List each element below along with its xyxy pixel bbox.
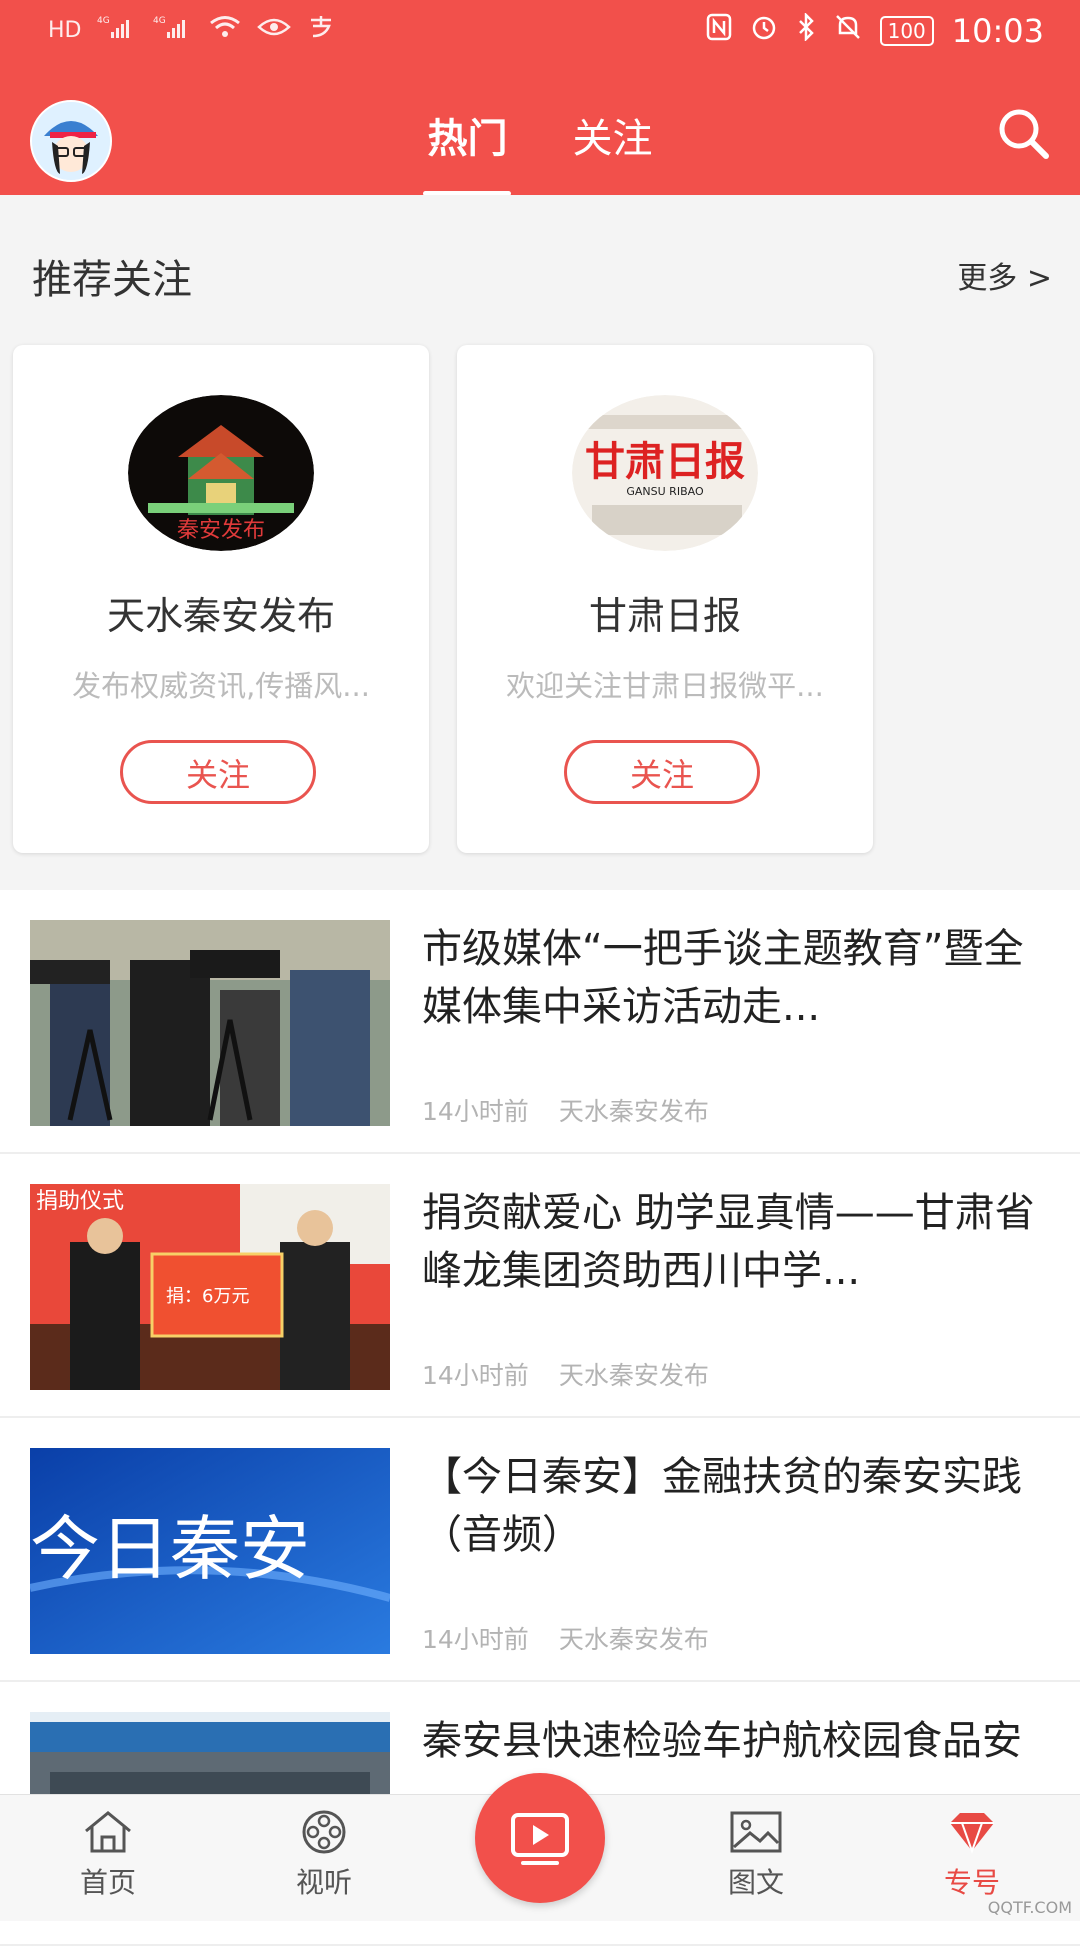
news-thumbnail: 今日秦安 — [30, 1448, 390, 1654]
news-title: 【今日秦安】金融扶贫的秦安实践（音频） — [422, 1454, 1022, 1558]
account-name: 甘肃日报 — [588, 594, 741, 638]
nav-video[interactable]: 视听 — [264, 1807, 384, 1901]
alarm-icon — [750, 13, 778, 49]
svg-text:GANSU RIBAO: GANSU RIBAO — [626, 485, 704, 498]
signal-icon-2: 4G — [153, 14, 193, 46]
svg-text:秦安发布: 秦安发布 — [177, 518, 265, 543]
nav-channels[interactable]: 专号 — [912, 1807, 1032, 1901]
news-source: 天水秦安发布 — [558, 1097, 709, 1126]
account-desc: 发布权威资讯,传播风... — [72, 669, 370, 703]
news-item[interactable]: 今日秦安 【今日秦安】金融扶贫的秦安实践（音频） 14小时前 天水秦安发布 — [0, 1418, 1080, 1682]
recommend-card[interactable]: 甘肃日报 GANSU RIBAO 甘肃日报 欢迎关注甘肃日报微平... 关注 — [457, 345, 873, 853]
more-link[interactable]: 更多 > — [957, 253, 1052, 297]
nfc-icon — [706, 13, 732, 49]
tab-hot[interactable]: 热门 — [423, 106, 512, 196]
bottom-nav: 首页 视听 图文 专号 QQTF.COM — [0, 1773, 1080, 1921]
news-meta: 14小时前 天水秦安发布 — [422, 1092, 709, 1128]
svg-text:甘肃日报: 甘肃日报 — [585, 438, 745, 485]
header-tabs: 热门 关注 — [0, 106, 1080, 196]
nav-label: 首页 — [79, 1866, 136, 1899]
recommend-section: 推荐关注 更多 > 秦安发布 天水秦安发布 发布权威资讯,传播风... 关注 甘… — [0, 195, 1080, 890]
svg-text:4G: 4G — [153, 16, 166, 26]
news-thumbnail: 捐助仪式 捐：6万元 — [30, 1184, 390, 1390]
account-logo: 秦安发布 — [128, 395, 314, 551]
news-source: 天水秦安发布 — [558, 1625, 709, 1654]
hd-indicator: HD — [48, 17, 82, 43]
news-title: 市级媒体“一把手谈主题教育”暨全媒体集中采访活动走... — [422, 926, 1024, 1030]
search-icon[interactable] — [994, 104, 1054, 164]
news-meta: 14小时前 天水秦安发布 — [422, 1620, 709, 1656]
svg-text:4G: 4G — [97, 16, 110, 26]
nav-label: 专号 — [943, 1866, 1000, 1899]
follow-button[interactable]: 关注 — [120, 740, 316, 804]
clock: 10:03 — [951, 12, 1044, 50]
status-bar: HD 4G 4G 100 10:03 — [0, 0, 1080, 70]
signal-icon: 4G — [97, 14, 137, 46]
tv-play-button[interactable] — [475, 1773, 605, 1903]
nav-pictures[interactable]: 图文 — [696, 1807, 816, 1901]
recommend-card[interactable]: 秦安发布 天水秦安发布 发布权威资讯,传播风... 关注 — [13, 345, 429, 853]
follow-button[interactable]: 关注 — [564, 740, 760, 804]
account-logo: 甘肃日报 GANSU RIBAO — [572, 395, 758, 551]
home-icon — [80, 1807, 136, 1857]
status-left: HD 4G 4G — [48, 14, 335, 46]
eye-icon — [257, 15, 292, 45]
nav-home[interactable]: 首页 — [48, 1807, 168, 1901]
alipay-icon — [307, 14, 335, 46]
account-desc: 欢迎关注甘肃日报微平... — [506, 669, 824, 703]
nav-label: 图文 — [727, 1866, 784, 1899]
top-bar: 热门 关注 — [0, 70, 1080, 196]
news-time: 14小时前 — [422, 1361, 529, 1390]
news-time: 14小时前 — [422, 1625, 529, 1654]
section-title: 推荐关注 — [32, 257, 192, 303]
battery-indicator: 100 — [879, 16, 934, 46]
account-name: 天水秦安发布 — [106, 594, 335, 638]
mute-icon — [834, 13, 862, 49]
status-right: 100 10:03 — [706, 11, 1044, 50]
tab-follow[interactable]: 关注 — [573, 106, 653, 182]
news-title: 捐资献爱心 助学显真情——甘肃省峰龙集团资助西川中学... — [422, 1190, 1035, 1294]
image-icon — [728, 1807, 784, 1857]
news-title: 秦安县快速检验车护航校园食品安 — [422, 1718, 1022, 1764]
svg-text:捐助仪式: 捐助仪式 — [36, 1189, 124, 1214]
film-reel-icon — [296, 1807, 352, 1857]
watermark: QQTF.COM — [987, 1898, 1072, 1917]
bluetooth-icon — [796, 11, 816, 49]
svg-text:捐：6万元: 捐：6万元 — [166, 1286, 249, 1307]
news-item[interactable]: 捐助仪式 捐：6万元 捐资献爱心 助学显真情——甘肃省峰龙集团资助西川中学...… — [0, 1154, 1080, 1418]
news-time: 14小时前 — [422, 1097, 529, 1126]
news-source: 天水秦安发布 — [558, 1361, 709, 1390]
svg-text:今日秦安: 今日秦安 — [30, 1508, 310, 1590]
news-meta: 14小时前 天水秦安发布 — [422, 1356, 709, 1392]
news-thumbnail — [30, 920, 390, 1126]
tv-play-icon — [511, 1813, 569, 1865]
diamond-icon — [944, 1807, 1000, 1857]
wifi-icon — [209, 14, 241, 46]
news-item[interactable]: 市级媒体“一把手谈主题教育”暨全媒体集中采访活动走... 14小时前 天水秦安发布 — [0, 890, 1080, 1154]
nav-label: 视听 — [295, 1866, 352, 1899]
